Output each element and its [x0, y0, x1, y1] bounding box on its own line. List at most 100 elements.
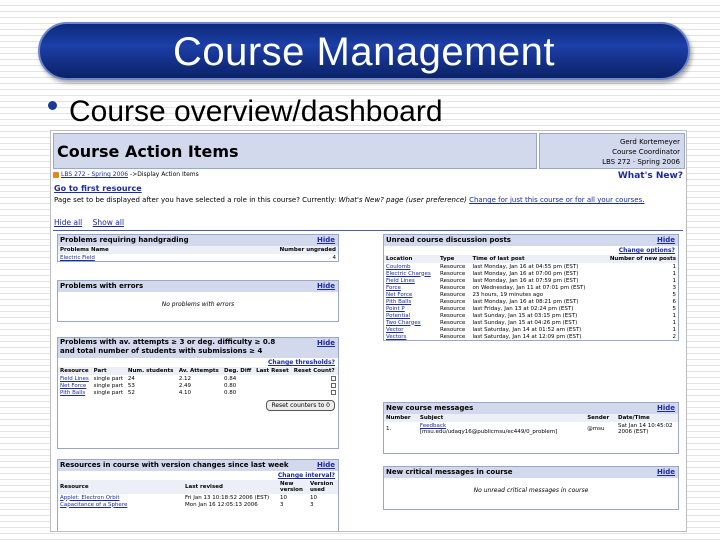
problem-name[interactable]: Electric Field — [58, 254, 189, 261]
resource-name[interactable]: Field Lines — [58, 375, 92, 382]
type: Resource — [440, 277, 466, 284]
location[interactable]: Two Charges — [384, 319, 438, 326]
table-row[interactable]: Field Lines single part 24 2.12 0.84 — [58, 375, 338, 382]
breadcrumb-page: ->Display Action Items — [130, 171, 199, 178]
num-posts: 5 — [672, 305, 677, 312]
messages-title: New course messages — [386, 404, 474, 412]
num-posts: 1 — [672, 319, 677, 326]
table-row[interactable]: Pith Balls single part 52 4.10 0.80 — [58, 389, 338, 396]
hide-all-link[interactable]: Hide all — [54, 218, 82, 227]
time: last Friday, Jan 13 at 02:24 pm (EST) — [472, 305, 574, 312]
handgrading-header: Problems requiring handgrading Hide — [58, 235, 338, 246]
breadcrumb-course-link[interactable]: LBS 272 - Spring 2006 — [61, 171, 128, 178]
col-problem-name: Problems Name — [58, 246, 189, 254]
location[interactable]: Field Lines — [384, 277, 438, 284]
time: last Saturday, Jan 14 at 12:09 pm (EST) — [472, 333, 582, 340]
last-revised: Mon Jan 16 12:05:13 2006 — [185, 501, 258, 508]
table-row[interactable]: 1. Feedback [msu.edu/udaqy16@publicmsu/e… — [384, 422, 678, 435]
col-number-ungraded: Number ungraded — [188, 246, 338, 254]
errors-header: Problems with errors Hide — [58, 281, 338, 292]
reset-checkbox[interactable] — [331, 375, 336, 381]
handgrading-panel: Problems requiring handgrading Hide Prob… — [57, 234, 339, 262]
page-set-change-link[interactable]: Change for just this course or for all y… — [469, 196, 644, 204]
table-row[interactable]: Two Charges Resource last Sunday, Jan 15 a… — [384, 319, 678, 326]
num-posts: 1 — [672, 326, 677, 333]
attempts-title-1: Problems with av. attempts ≥ 3 or deg. d… — [60, 338, 276, 346]
table-row[interactable]: Force Resource on Wednesday, Jan 11 at 07:… — [384, 284, 678, 291]
location[interactable]: Coulomb — [384, 263, 438, 270]
col-version-used: Version used — [308, 480, 338, 494]
table-row[interactable]: Electric Field 4 — [58, 254, 338, 261]
discussion-table: Location Type Time of last post Number o… — [384, 255, 678, 340]
type: Resource — [440, 263, 466, 270]
resource-name[interactable]: Applet: Electron Orbit — [58, 494, 183, 501]
versions-table: Resource Last revised New version Versio… — [58, 480, 338, 508]
handgrading-hide-link[interactable]: Hide — [317, 235, 335, 246]
resource-name[interactable]: Net Force — [58, 382, 92, 389]
version-used: 10 — [310, 494, 317, 501]
table-row[interactable]: Net Force single part 53 2.49 0.80 — [58, 382, 338, 389]
table-row[interactable]: Coulomb Resource last Monday, Jan 16 at 04… — [384, 263, 678, 270]
discussion-hide-link[interactable]: Hide — [657, 235, 675, 246]
col-part: Part — [91, 367, 126, 375]
user-name: Gerd Kortemeyer — [619, 138, 680, 146]
location[interactable]: Pith Balls — [384, 298, 438, 305]
time: 23 hours, 19 minutes ago — [472, 291, 544, 298]
type: Resource — [440, 305, 466, 312]
resource-name[interactable]: Pith Balls — [58, 389, 92, 396]
versions-header: Resources in course with version changes… — [58, 460, 338, 471]
part: single part — [93, 389, 123, 396]
location[interactable]: Vectors — [384, 333, 438, 340]
page-set-line: Page set to be displayed after you have … — [54, 196, 644, 204]
location[interactable]: Point P — [384, 305, 438, 312]
table-row[interactable]: Potential Resource last Sunday, Jan 15 at … — [384, 312, 678, 319]
versions-hide-link[interactable]: Hide — [317, 460, 335, 471]
reset-checkbox-cell — [292, 382, 338, 389]
change-options-link[interactable]: Change options? — [384, 246, 678, 255]
change-thresholds-link[interactable]: Change thresholds? — [58, 358, 338, 367]
location[interactable]: Net Force — [384, 291, 438, 298]
show-all-link[interactable]: Show all — [93, 218, 124, 227]
critical-hide-link[interactable]: Hide — [657, 467, 675, 478]
bullet-dot-icon — [48, 100, 57, 110]
col-last-revised: Last revised — [183, 480, 278, 494]
part: single part — [93, 375, 123, 382]
table-row[interactable]: Pith Balls Resource last Monday, Jan 16 at… — [384, 298, 678, 305]
errors-hide-link[interactable]: Hide — [317, 281, 335, 292]
table-row[interactable]: Point P Resource last Friday, Jan 13 at 02… — [384, 305, 678, 312]
change-interval-link[interactable]: Change interval? — [58, 471, 338, 480]
table-row[interactable]: Field Lines Resource last Monday, Jan 16 a… — [384, 277, 678, 284]
col-resource: Resource — [58, 480, 183, 494]
msg-sender: @msu — [587, 425, 605, 432]
attempts-hide-link[interactable]: Hide — [317, 339, 335, 348]
msg-number: 1. — [386, 425, 392, 432]
table-row[interactable]: Capacitance of a Sphere Mon Jan 16 12:05… — [58, 501, 338, 508]
course-icon — [53, 171, 59, 178]
handgrading-table: Problems Name Number ungraded Electric F… — [58, 246, 338, 261]
num-posts: 2 — [672, 333, 677, 340]
reset-checkbox[interactable] — [331, 389, 336, 395]
col-number: Number — [384, 414, 418, 422]
messages-hide-link[interactable]: Hide — [657, 403, 675, 414]
table-row[interactable]: Applet: Electron Orbit Fri Jan 13 10:18:… — [58, 494, 338, 501]
action-items-title: Course Action Items — [57, 142, 239, 161]
table-row[interactable]: Vectors Resource last Saturday, Jan 14 at … — [384, 333, 678, 340]
location[interactable]: Force — [384, 284, 438, 291]
table-row[interactable]: Electric Charges Resource last Monday, Jan… — [384, 270, 678, 277]
reset-checkbox[interactable] — [331, 382, 336, 388]
page-set-text: Page set to be displayed after you have … — [54, 196, 337, 204]
divider — [53, 230, 683, 231]
errors-empty-text: No problems with errors — [161, 301, 235, 308]
resource-name[interactable]: Capacitance of a Sphere — [58, 501, 183, 508]
table-row[interactable]: Vector Resource last Saturday, Jan 14 at 0… — [384, 326, 678, 333]
msg-subject-path: [msu.edu/udaqy16@publicmsu/ec449/0_probl… — [419, 428, 558, 435]
location[interactable]: Potential — [384, 312, 438, 319]
col-deg-diff: Deg. Diff — [222, 367, 255, 375]
reset-counters-button[interactable]: Reset counters to 0 — [266, 400, 335, 411]
location[interactable]: Electric Charges — [384, 270, 438, 277]
first-resource-link[interactable]: Go to first resource — [54, 184, 142, 193]
time: last Sunday, Jan 15 at 03:15 pm (EST) — [472, 312, 578, 319]
table-row[interactable]: Net Force Resource 23 hours, 19 minutes ag… — [384, 291, 678, 298]
location[interactable]: Vector — [384, 326, 438, 333]
whats-new-link[interactable]: What's New? — [618, 171, 683, 181]
